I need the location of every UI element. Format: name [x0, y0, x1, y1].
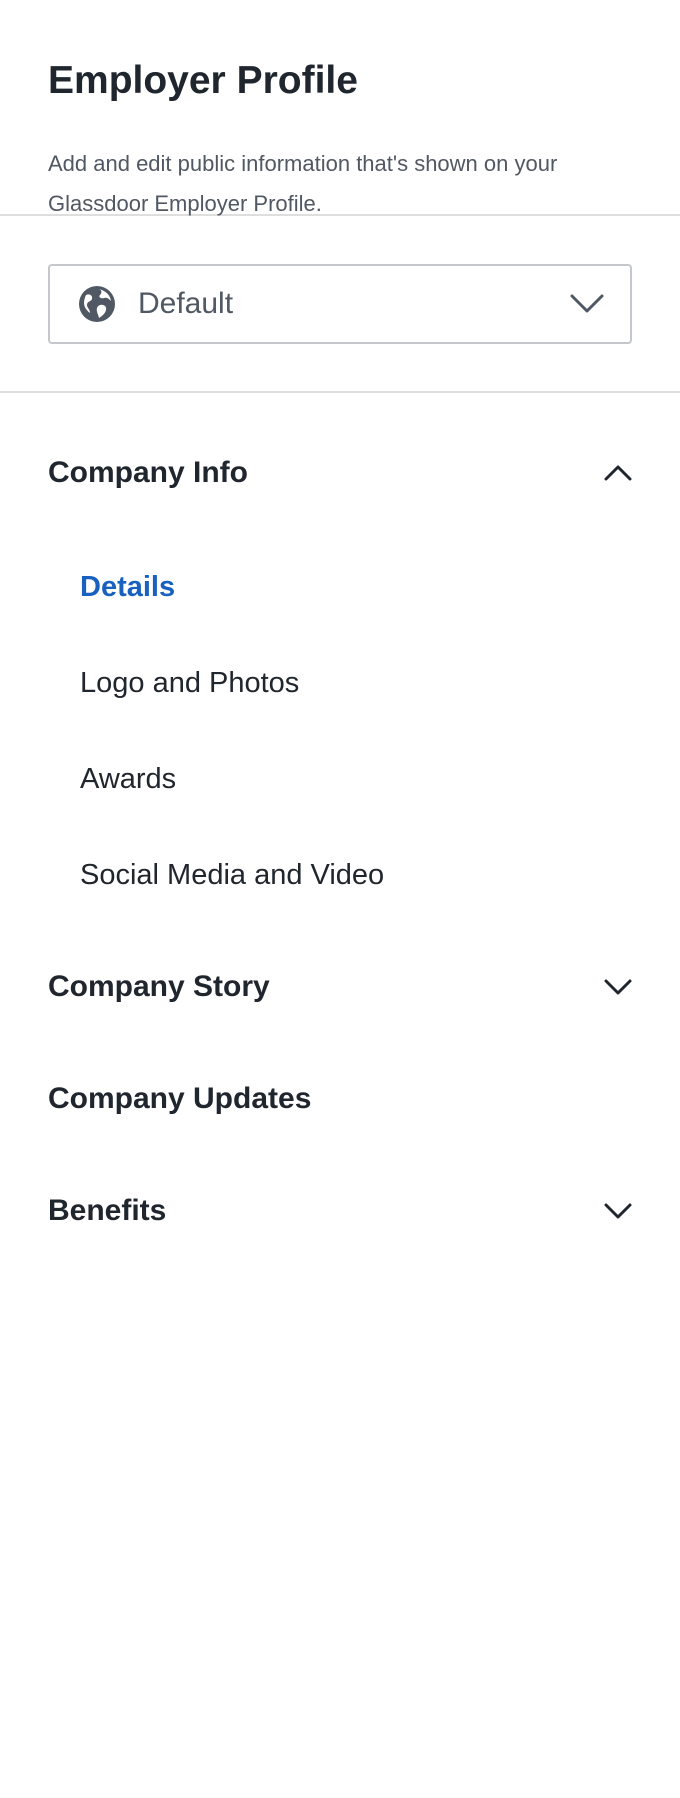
chevron-down-icon [604, 1202, 632, 1220]
chevron-down-icon [604, 978, 632, 996]
section-label: Company Updates [48, 1082, 312, 1115]
nav-item-social-media-and-video[interactable]: Social Media and Video [0, 827, 680, 923]
section-label: Benefits [48, 1194, 167, 1227]
nav-item-details[interactable]: Details [0, 539, 680, 635]
section-label: Company Info [48, 456, 248, 489]
section-company-info[interactable]: Company Info [0, 443, 680, 503]
employer-profile-page: Employer Profile Add and edit public inf… [0, 0, 680, 1798]
company-info-sublist: Details Logo and Photos Awards Social Me… [0, 539, 680, 923]
profile-selector-section: Default [0, 216, 680, 391]
chevron-up-icon [604, 464, 632, 482]
nav-item-awards[interactable]: Awards [0, 731, 680, 827]
section-label: Company Story [48, 970, 270, 1003]
section-company-story[interactable]: Company Story [0, 957, 680, 1017]
globe-icon [78, 285, 116, 323]
profile-nav: Company Info Details Logo and Photos Awa… [0, 393, 680, 1241]
profile-selector-dropdown[interactable]: Default [48, 263, 632, 344]
profile-selector-value: Default [138, 286, 234, 320]
page-title: Employer Profile [48, 59, 358, 102]
page-header: Employer Profile Add and edit public inf… [0, 0, 680, 216]
page-description: Add and edit public information that's s… [48, 151, 558, 216]
nav-item-logo-and-photos[interactable]: Logo and Photos [0, 635, 680, 731]
section-company-updates[interactable]: Company Updates [0, 1069, 680, 1129]
chevron-down-icon [570, 294, 604, 314]
section-benefits[interactable]: Benefits [0, 1181, 680, 1241]
